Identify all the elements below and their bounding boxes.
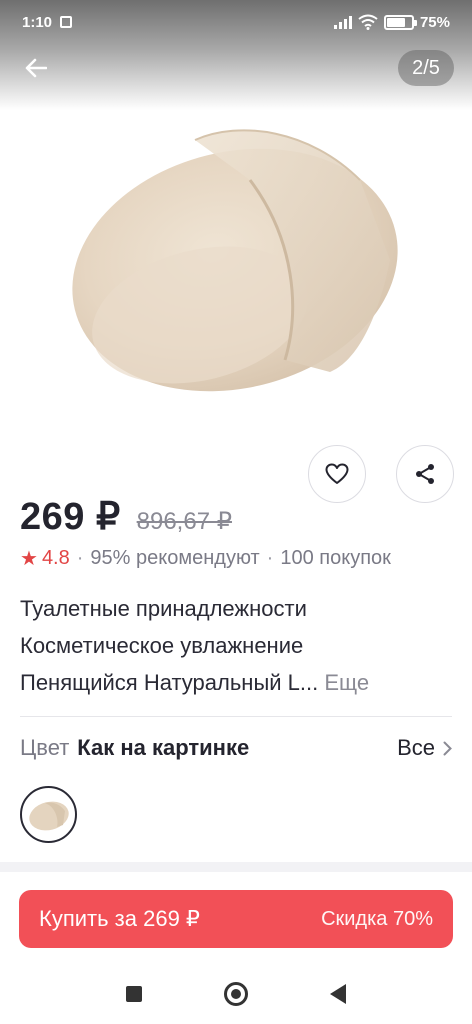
- purchases-text: 100 покупок: [280, 547, 391, 569]
- battery-percent: 75%: [419, 13, 450, 31]
- heart-icon: [325, 463, 349, 484]
- product-image: [72, 129, 398, 392]
- rating-value: 4.8: [41, 547, 70, 569]
- favorite-button[interactable]: [308, 445, 366, 503]
- system-navigation-bar: [0, 964, 472, 1024]
- back-button[interactable]: [18, 52, 54, 84]
- battery-icon: [383, 14, 417, 30]
- all-variants-link[interactable]: Все: [397, 735, 452, 761]
- price-row: 269 ₽ 896,67 ₽: [20, 494, 232, 539]
- wifi-icon: [358, 14, 378, 30]
- share-icon: [416, 464, 434, 484]
- home-button[interactable]: [224, 982, 248, 1006]
- color-swatch-selected[interactable]: [20, 786, 77, 843]
- battery-level: [386, 17, 405, 27]
- current-price: 269 ₽: [20, 496, 121, 538]
- image-page-counter: 2/5: [398, 50, 454, 86]
- separator-dot: ·: [266, 547, 274, 569]
- signal-icon: [333, 15, 352, 29]
- discount-label: Скидка 70%: [321, 907, 433, 930]
- product-title[interactable]: Туалетные принадлежности Косметическое у…: [20, 590, 452, 701]
- old-price: 896,67 ₽: [136, 508, 232, 535]
- star-icon: ★: [20, 548, 38, 570]
- buy-label: Купить за 269 ₽: [39, 906, 200, 931]
- recommend-text: 95% рекомендуют: [90, 547, 260, 569]
- more-link[interactable]: Еще: [324, 670, 369, 695]
- swatch-thumbnail: [28, 801, 69, 830]
- status-bar: 1:10 75%: [0, 0, 472, 44]
- section-separator: [0, 862, 472, 872]
- rating-row[interactable]: ★ 4.8 · 95% рекомендуют · 100 покупок: [20, 546, 391, 571]
- recents-button[interactable]: [126, 986, 142, 1002]
- sim-icon: [60, 16, 73, 28]
- system-back-button[interactable]: [330, 984, 346, 1004]
- status-time: 1:10: [22, 13, 53, 31]
- all-label: Все: [397, 735, 435, 760]
- divider: [20, 716, 452, 717]
- chevron-right-icon: [443, 741, 452, 755]
- separator-dot: ·: [76, 547, 84, 569]
- title-line: Туалетные принадлежности: [20, 596, 307, 621]
- color-label: Цвет: [20, 735, 70, 760]
- share-button[interactable]: [396, 445, 454, 503]
- buy-button[interactable]: Купить за 269 ₽ Скидка 70%: [19, 890, 453, 948]
- color-selector-row[interactable]: Цвет Как на картинке Все: [20, 735, 452, 761]
- title-line-last: Пенящийся Натуральный L... Еще: [20, 664, 452, 701]
- title-line: Косметическое увлажнение: [20, 633, 304, 658]
- title-line-text: Пенящийся Натуральный L...: [20, 670, 319, 695]
- arrow-left-icon: [25, 58, 47, 78]
- color-value: Как на картинке: [77, 735, 250, 760]
